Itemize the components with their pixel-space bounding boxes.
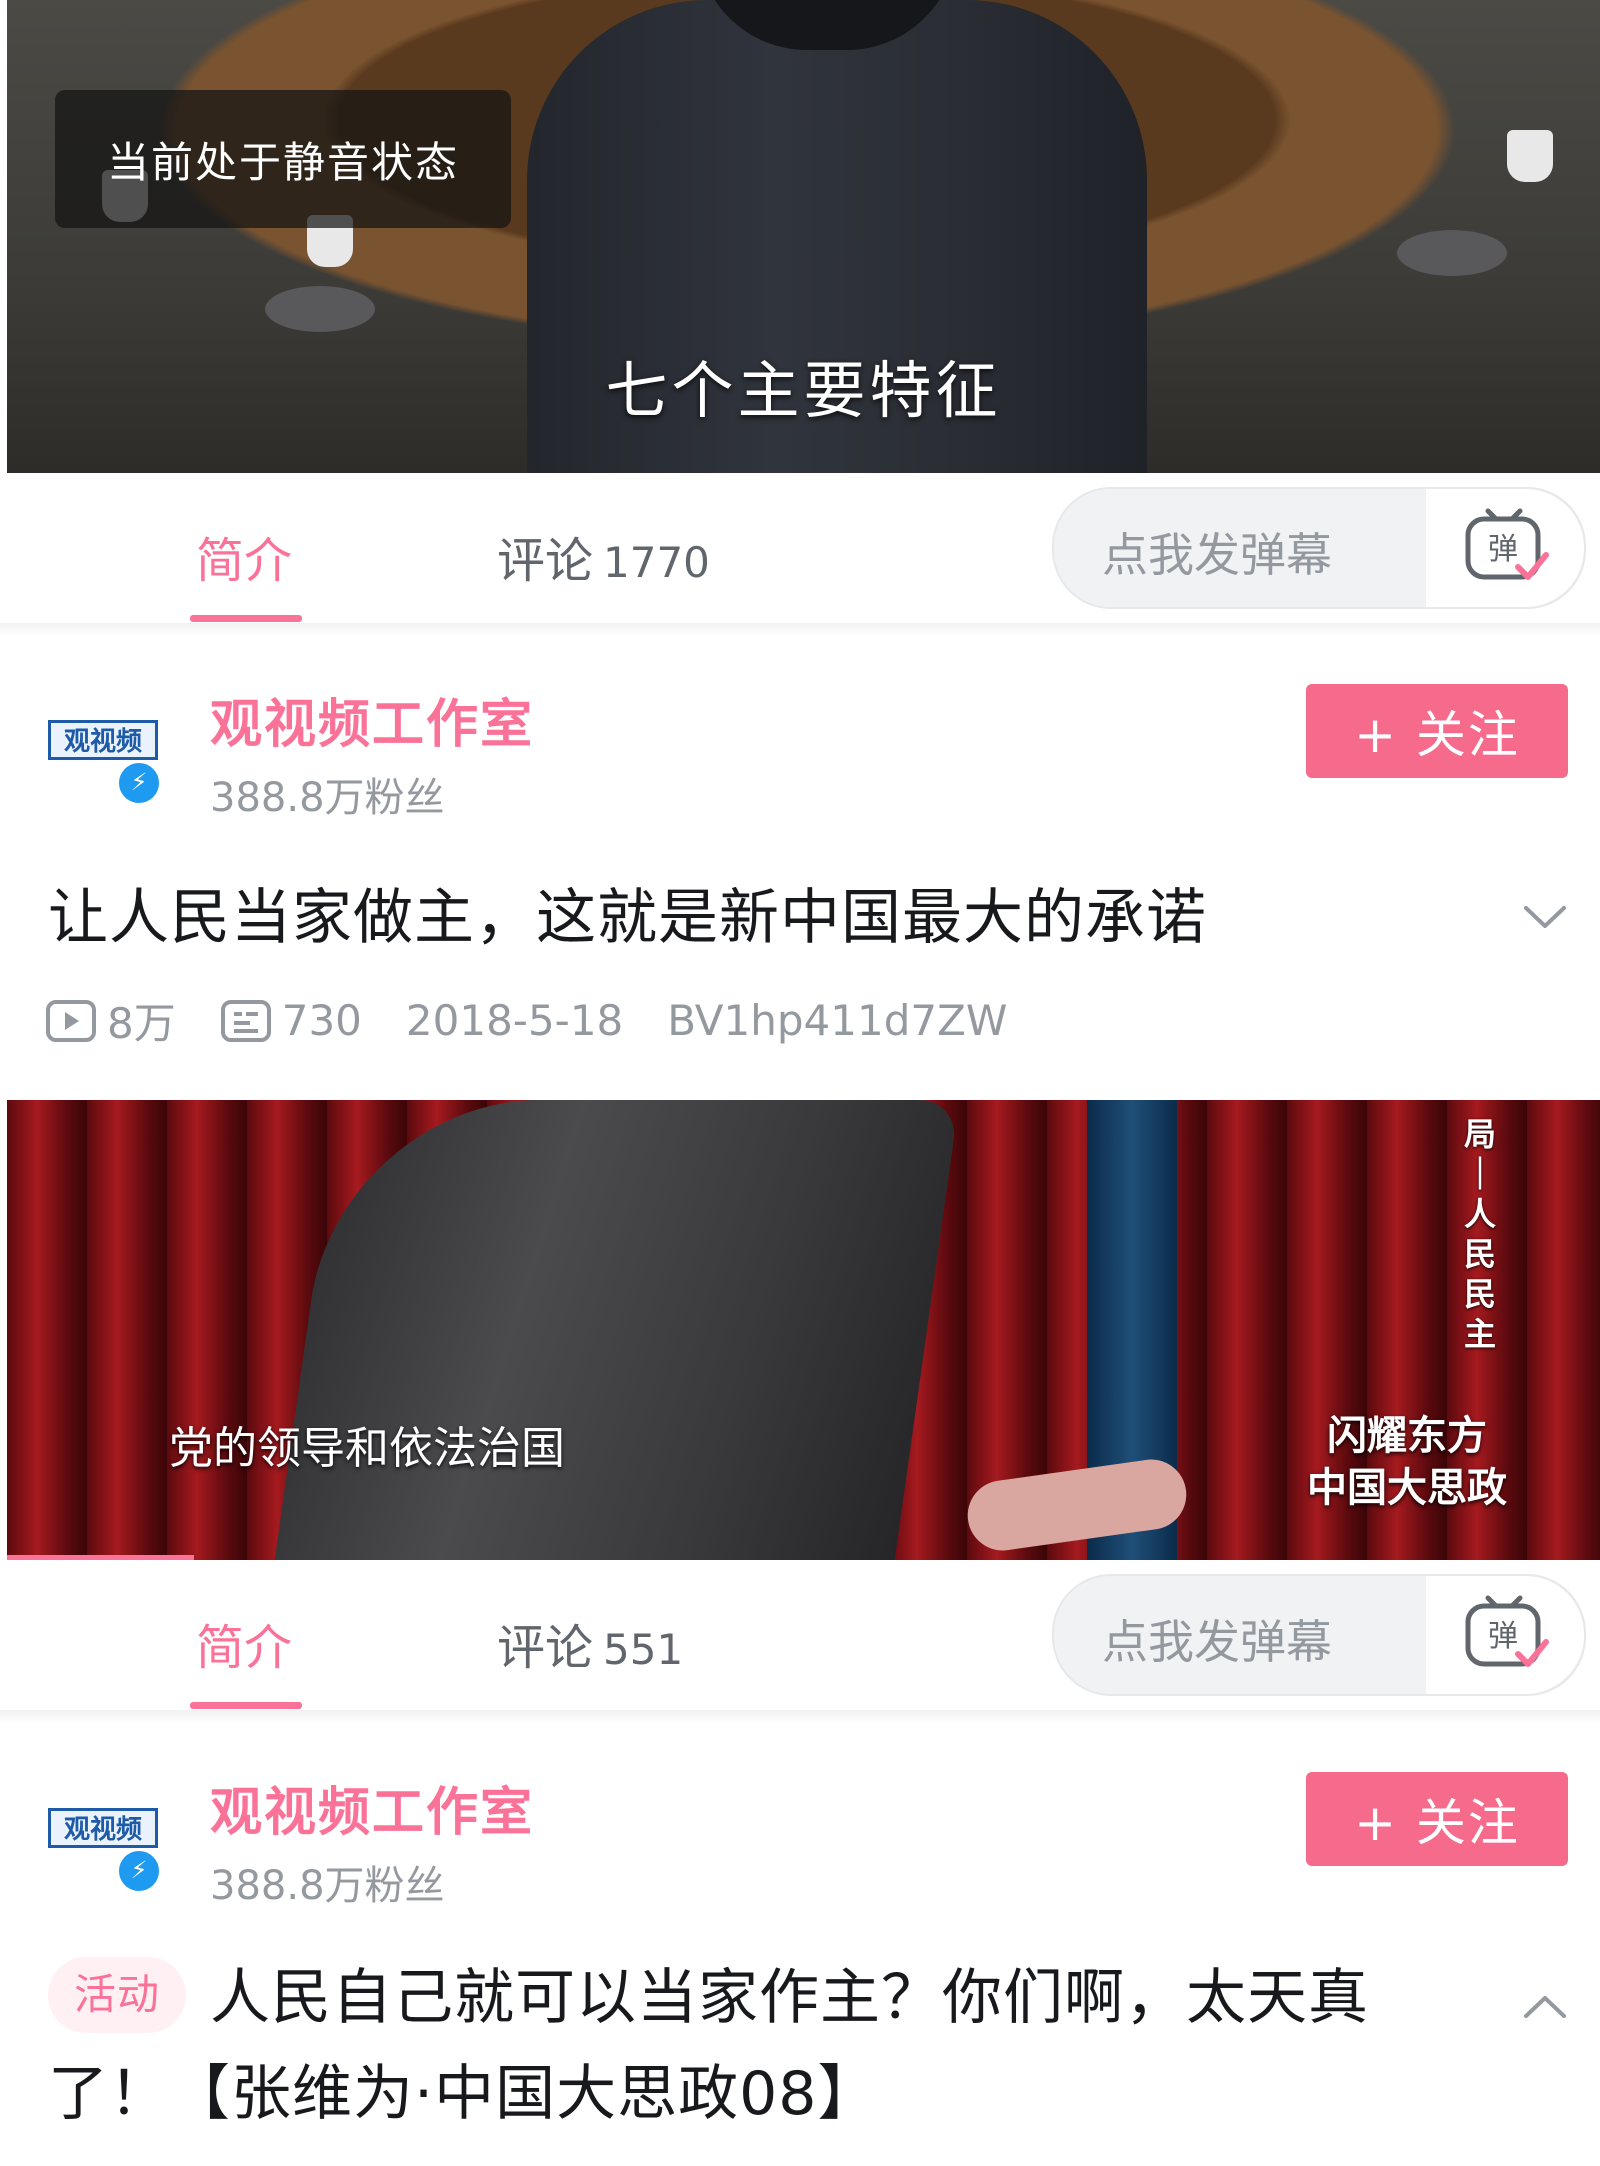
danmaku-input[interactable]: 点我发弹幕 弹 (1052, 487, 1586, 609)
tab-active-indicator (190, 1702, 302, 1709)
follow-button[interactable]: + 关注 (1306, 684, 1568, 778)
video-meta: 8万 730 2018-5-18 BV1hp411d7ZW (45, 990, 1007, 1051)
divider (0, 1710, 1600, 1724)
program-logo-line1: 闪耀东方 (1327, 1413, 1487, 1459)
tab-comments[interactable]: 评论 551 (497, 1608, 683, 1678)
teacup-image (1507, 130, 1553, 182)
danmaku-placeholder: 点我发弹幕 (1102, 528, 1332, 582)
follow-button[interactable]: + 关注 (1306, 1772, 1568, 1866)
video-title: 人民自己就可以当家作主？你们啊，太天真了！【张维为·中国大思政08】 (48, 1963, 1370, 2129)
video-player[interactable]: 当前处于静音状态 七个主要特征 (7, 0, 1600, 473)
verified-bolt-icon: ⚡ (116, 1848, 162, 1894)
program-logo: 闪耀东方 中国大思政 (1287, 1410, 1527, 1514)
tab-comments[interactable]: 评论 1770 (497, 521, 710, 591)
divider (0, 623, 1600, 637)
mute-notice: 当前处于静音状态 (55, 90, 511, 228)
uploader-name[interactable]: 观视频工作室 (210, 1770, 534, 1845)
danmaku-count-icon (220, 999, 271, 1042)
tab-intro[interactable]: 简介 (196, 521, 292, 591)
tab-bar: 简介 评论 551 点我发弹幕 弹 (0, 1560, 1600, 1710)
uploader-name[interactable]: 观视频工作室 (210, 682, 534, 757)
chevron-up-icon[interactable] (1520, 1982, 1570, 2032)
danmaku-toggle-button[interactable]: 弹 (1426, 489, 1584, 607)
program-logo-line2: 中国大思政 (1307, 1465, 1507, 1511)
tab-bar: 简介 评论 1770 点我发弹幕 弹 (0, 473, 1600, 623)
comments-count: 551 (603, 1625, 684, 1674)
danmaku-placeholder: 点我发弹幕 (1102, 1615, 1332, 1669)
uploader-fans: 388.8万粉丝 (210, 1863, 445, 1909)
publish-date: 2018-5-18 (405, 996, 624, 1045)
tab-active-indicator (190, 615, 302, 622)
video-subtitle: 七个主要特征 (605, 354, 1002, 427)
verified-bolt-icon: ⚡ (116, 760, 162, 806)
danmaku-icon: 弹 (1465, 508, 1549, 580)
avatar-logo: 观视频 (48, 1808, 158, 1848)
danmaku-toggle-button[interactable]: 弹 (1426, 1576, 1584, 1694)
microphone-image (1397, 230, 1507, 276)
video-title: 让人民当家做主，这就是新中国最大的承诺 (48, 883, 1207, 953)
video-vertical-text: 局｜人民民主 (1463, 1115, 1496, 1353)
avatar-logo: 观视频 (48, 720, 158, 760)
danmaku-input[interactable]: 点我发弹幕 弹 (1052, 1574, 1586, 1696)
uploader-card: 观视频 ⚡ 观视频工作室 388.8万粉丝 + 关注 (0, 1748, 1600, 1909)
video-frame-person (274, 1100, 960, 1560)
svg-text:弹: 弹 (1488, 532, 1518, 567)
video-detail-1: 当前处于静音状态 七个主要特征 简介 评论 1770 点我发弹幕 弹 观视频 ⚡… (0, 0, 1600, 1100)
tab-comments-label: 评论 (497, 533, 594, 589)
uploader-fans: 388.8万粉丝 (210, 775, 445, 821)
microphone-image (265, 286, 375, 332)
activity-tag[interactable]: 活动 (48, 1957, 187, 2034)
avatar[interactable]: 观视频 ⚡ (48, 1808, 162, 1904)
play-count-icon (46, 999, 96, 1042)
uploader-card: 观视频 ⚡ 观视频工作室 388.8万粉丝 + 关注 (0, 660, 1600, 821)
avatar[interactable]: 观视频 ⚡ (48, 720, 162, 816)
tab-comments-label: 评论 (497, 1620, 594, 1676)
tab-intro[interactable]: 简介 (196, 1608, 292, 1678)
video-caption: 党的领导和依法治国 (169, 1423, 565, 1474)
video-detail-2: 党的领导和依法治国 局｜人民民主 闪耀东方 中国大思政 简介 评论 551 点我发… (0, 1100, 1600, 2166)
svg-text:弹: 弹 (1488, 1619, 1518, 1654)
video-player[interactable]: 党的领导和依法治国 局｜人民民主 闪耀东方 中国大思政 (7, 1100, 1600, 1560)
danmaku-icon: 弹 (1465, 1595, 1549, 1667)
video-title-block: 活动 人民自己就可以当家作主？你们啊，太天真了！【张维为·中国大思政08】 (48, 1950, 1468, 2142)
view-count: 8万 (107, 999, 176, 1048)
bvid: BV1hp411d7ZW (667, 996, 1008, 1045)
chevron-down-icon[interactable] (1520, 892, 1570, 942)
comments-count: 1770 (603, 538, 710, 587)
danmaku-count: 730 (281, 996, 362, 1045)
